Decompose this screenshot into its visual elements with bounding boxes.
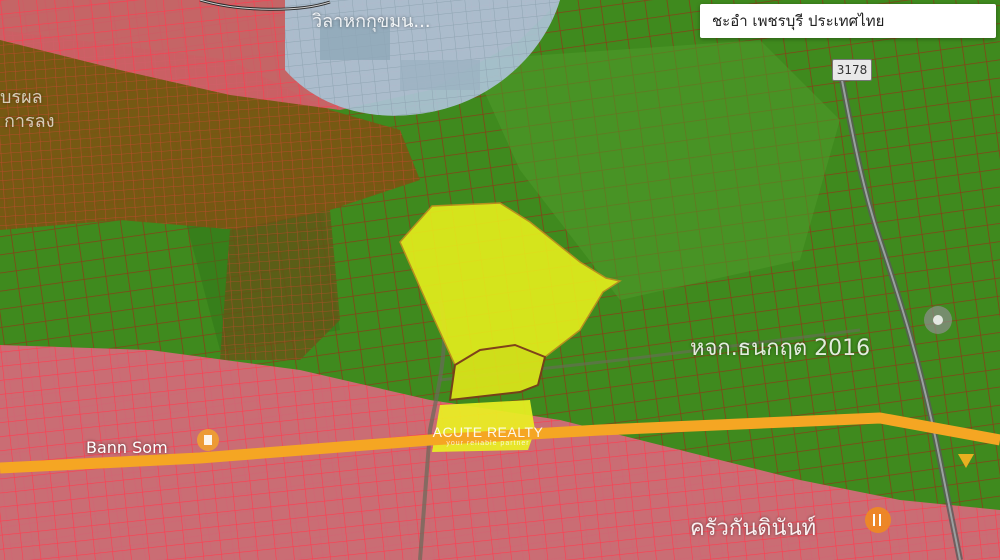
location-search-box[interactable]: ชะอำ เพชรบุรี ประเทศไทย xyxy=(700,4,996,38)
watermark-subtitle: your reliable partner xyxy=(446,440,530,447)
watermark-title: ACUTE REALTY xyxy=(432,424,544,440)
watermark-logo: ACUTE REALTY your reliable partner xyxy=(428,424,548,460)
label-bottom-right: ครัวกันดินันท์ xyxy=(690,516,817,541)
place-pin-right xyxy=(924,306,952,334)
road-shield: 3178 xyxy=(832,59,872,81)
place-pin-restaurant xyxy=(865,507,891,533)
label-top-center: วิลาหกกุขมน... xyxy=(312,11,431,32)
label-right-mid: หจก.ธนกฤต 2016 xyxy=(690,336,871,361)
label-bann-som: Bann Som xyxy=(86,438,168,457)
location-search-text: ชะอำ เพชรบุรี ประเทศไทย xyxy=(712,12,885,30)
label-left-top-2: การลง xyxy=(4,111,55,132)
map-canvas[interactable] xyxy=(0,0,1000,560)
place-pin-bannsom xyxy=(197,429,219,451)
